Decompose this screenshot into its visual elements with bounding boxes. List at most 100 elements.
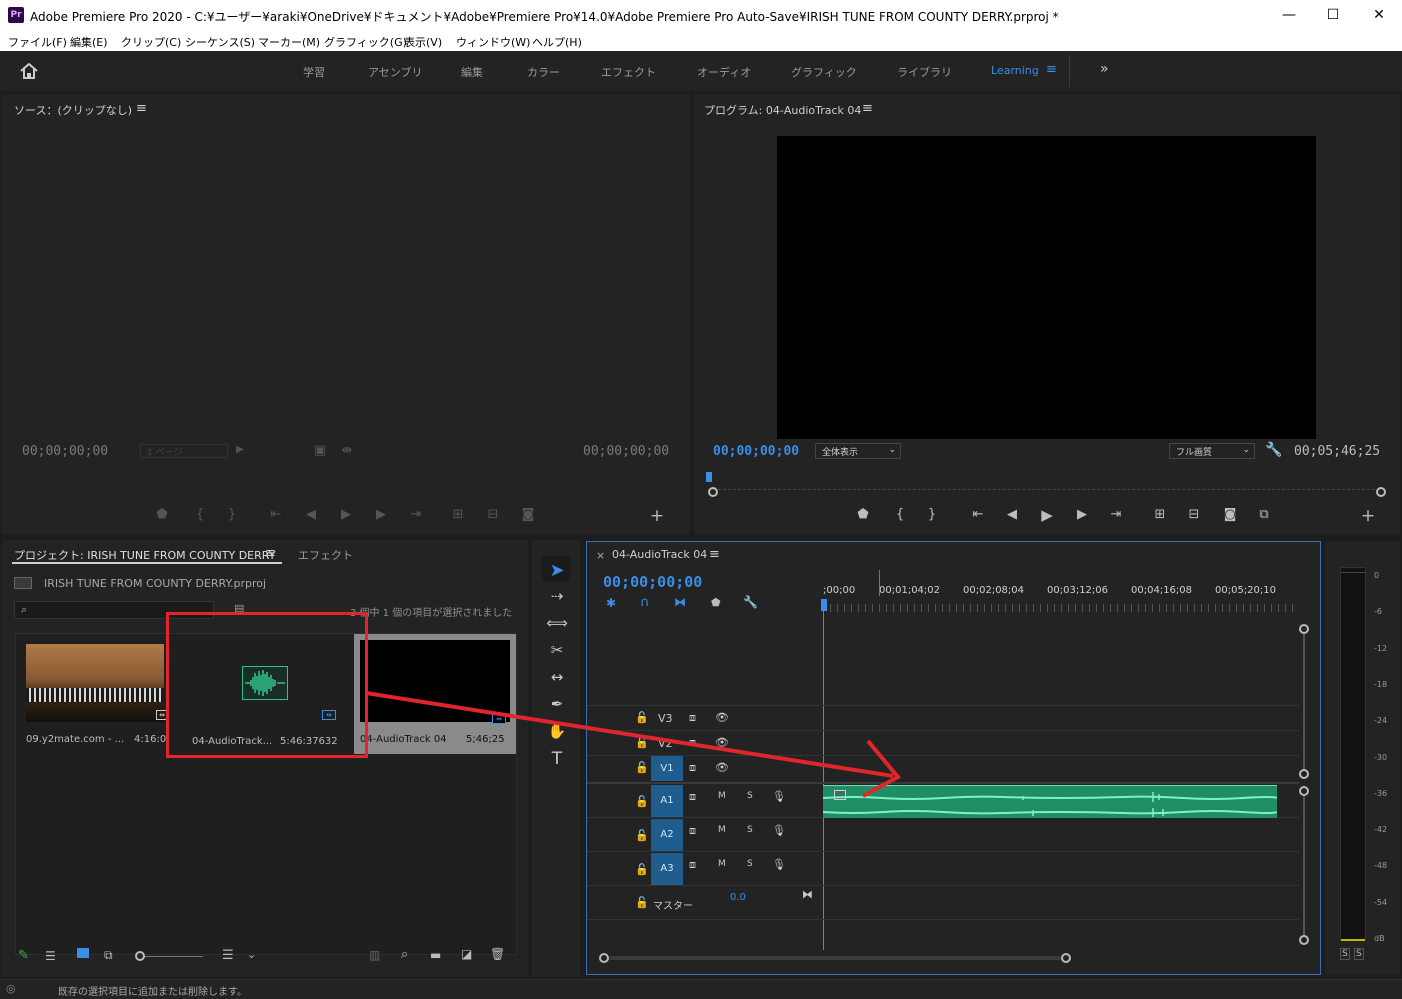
project-panel-menu-icon[interactable]: ≡ [265, 546, 276, 561]
master-volume-value[interactable]: 0.0 [730, 892, 746, 903]
program-quality-select[interactable]: フル画質 ⌄ [1169, 443, 1255, 459]
source-monitor-title[interactable]: ソース：(クリップなし) [14, 102, 132, 118]
track-select-tool-icon[interactable]: ⇢ [545, 587, 569, 605]
menu-clip[interactable]: クリップ(C) [121, 34, 181, 50]
workspace-tab-effects[interactable]: エフェクト [601, 64, 656, 80]
tab-project[interactable]: プロジェクト: IRISH TUNE FROM COUNTY DERRY [14, 547, 275, 563]
source-go-to-in-icon[interactable]: ⇤ [266, 507, 286, 522]
timeline-timecode[interactable]: 00;00;00;00 [603, 573, 702, 591]
workspace-tab-graphics[interactable]: グラフィック [791, 64, 857, 80]
video-scroll-handle-top[interactable] [1299, 624, 1309, 634]
program-panel-menu-icon[interactable]: ≡ [862, 101, 873, 116]
program-add-button-icon[interactable]: + [1358, 506, 1378, 526]
h-scrollbar[interactable] [609, 956, 1061, 960]
track-label-a1[interactable]: A1 [651, 785, 683, 817]
source-play-icon[interactable]: ▶ [336, 507, 356, 522]
linked-selection-icon[interactable]: ⧓ [674, 595, 686, 609]
master-end-icon[interactable]: ⧓ [802, 888, 813, 901]
program-step-forward-icon[interactable]: ▶ [1072, 507, 1092, 522]
sync-lock-icon[interactable]: ⧈ [689, 761, 696, 775]
write-protect-pencil-icon[interactable]: ✎ [18, 948, 29, 963]
menu-sequence[interactable]: シーケンス(S) [185, 34, 255, 50]
program-playhead[interactable] [706, 472, 712, 482]
sync-lock-icon[interactable]: ⧈ [689, 736, 696, 750]
selection-tool-icon[interactable]: ➤ [545, 560, 569, 581]
home-icon[interactable] [20, 63, 38, 79]
workspace-tab-editing[interactable]: 編集 [461, 64, 483, 80]
menu-view[interactable]: 表示(V) [404, 34, 442, 50]
source-insert-icon[interactable]: ⊞ [448, 507, 468, 522]
program-monitor-title[interactable]: プログラム: 04-AudioTrack 04 [704, 102, 861, 118]
workspace-tab-libraries[interactable]: ライブラリ [897, 64, 952, 80]
menu-marker[interactable]: マーカー(M) [258, 34, 320, 50]
mute-button[interactable]: M [718, 825, 726, 835]
program-video-frame[interactable] [777, 136, 1316, 439]
lock-icon[interactable]: 🔓 [635, 829, 649, 842]
track-label-a3[interactable]: A3 [651, 853, 683, 885]
workspace-tab-audio[interactable]: オーディオ [697, 64, 751, 80]
snap-magnet-icon[interactable]: ∩ [640, 595, 650, 610]
add-marker-icon[interactable]: ⬟ [711, 596, 721, 609]
zoom-slider-handle[interactable] [135, 951, 145, 961]
track-label-v2[interactable]: V2 [658, 737, 673, 750]
video-scrollbar[interactable] [1303, 634, 1305, 770]
workspace-tab-assembly[interactable]: アセンブリ [368, 64, 422, 80]
new-bin-icon[interactable]: ▬ [430, 948, 441, 962]
ripple-edit-tool-icon[interactable]: ⟺ [545, 614, 569, 632]
hand-tool-icon[interactable]: ✋ [545, 722, 569, 740]
menu-file[interactable]: ファイル(F) [8, 34, 67, 50]
timeline-sequence-tab[interactable]: 04-AudioTrack 04 [612, 548, 707, 561]
freeform-view-icon[interactable]: ⧉ [104, 948, 113, 963]
type-tool-icon[interactable]: T [545, 749, 569, 769]
sync-lock-icon[interactable]: ⧈ [689, 824, 696, 838]
timeline-playhead[interactable] [821, 599, 827, 611]
program-add-marker-icon[interactable]: ⬟ [853, 507, 873, 522]
source-next-page-icon[interactable]: ▶ [230, 444, 250, 455]
project-item-sequence[interactable]: ⇹ 04-AudioTrack 04 5;46;25 [354, 634, 516, 754]
program-current-timecode[interactable]: 00;00;00;00 [713, 444, 799, 459]
zoom-slider-track[interactable] [145, 956, 203, 957]
program-play-icon[interactable]: ▶ [1037, 506, 1057, 524]
menu-edit[interactable]: 編集(E) [70, 34, 108, 50]
microphone-icon[interactable]: 🎙 [772, 824, 786, 837]
program-go-to-in-icon[interactable]: ⇤ [968, 507, 988, 522]
lock-icon[interactable]: 🔓 [635, 795, 649, 808]
program-go-to-out-icon[interactable]: ⇥ [1106, 507, 1126, 522]
slip-tool-icon[interactable]: ↔ [545, 668, 569, 686]
audio-clip-a1[interactable] [823, 785, 1277, 818]
solo-right-button[interactable]: S [1354, 948, 1364, 960]
workspace-overflow-icon[interactable]: » [1100, 61, 1109, 77]
sync-lock-icon[interactable]: ⧈ [689, 711, 696, 725]
time-ruler-ticks[interactable] [823, 604, 1297, 612]
program-mark-out-icon[interactable]: } [922, 507, 942, 522]
source-go-to-out-icon[interactable]: ⇥ [406, 507, 426, 522]
source-overwrite-icon[interactable]: ⊟ [483, 507, 503, 522]
source-mark-in-icon[interactable]: { [190, 507, 210, 522]
mute-button[interactable]: M [718, 859, 726, 869]
lock-icon[interactable]: 🔓 [635, 896, 649, 909]
menu-graphics[interactable]: グラフィック(G) [324, 34, 407, 50]
timeline-settings-wrench-icon[interactable]: 🔧 [743, 595, 758, 609]
close-button[interactable]: ✕ [1356, 4, 1402, 28]
pen-tool-icon[interactable]: ✒ [545, 695, 569, 713]
lock-icon[interactable]: 🔓 [635, 761, 649, 774]
program-export-frame-icon[interactable]: ◙ [1220, 507, 1240, 522]
lock-icon[interactable]: 🔓 [635, 863, 649, 876]
source-export-frame-icon[interactable]: ◙ [518, 507, 538, 522]
eye-icon[interactable]: 👁 [715, 736, 729, 749]
audio-scroll-handle-top[interactable] [1299, 786, 1309, 796]
audio-scroll-handle-bottom[interactable] [1299, 935, 1309, 945]
program-zoom-select[interactable]: 全体表示 ⌄ [815, 443, 901, 459]
source-settings-icon[interactable]: ⇼ [337, 443, 357, 458]
source-add-marker-icon[interactable]: ⬟ [152, 507, 172, 522]
program-zoom-handle-left[interactable] [708, 487, 718, 497]
sync-lock-icon[interactable]: ⧈ [689, 790, 696, 804]
track-label-a2[interactable]: A2 [651, 819, 683, 851]
menu-window[interactable]: ウィンドウ(W) [456, 34, 530, 50]
solo-button[interactable]: S [747, 859, 753, 869]
source-page-select[interactable]: 1 ページ [140, 444, 228, 458]
program-settings-wrench-icon[interactable]: 🔧 [1264, 442, 1284, 458]
workspace-tab-learn[interactable]: 学習 [303, 64, 325, 80]
solo-left-button[interactable]: S [1340, 948, 1350, 960]
mute-button[interactable]: M [718, 791, 726, 801]
